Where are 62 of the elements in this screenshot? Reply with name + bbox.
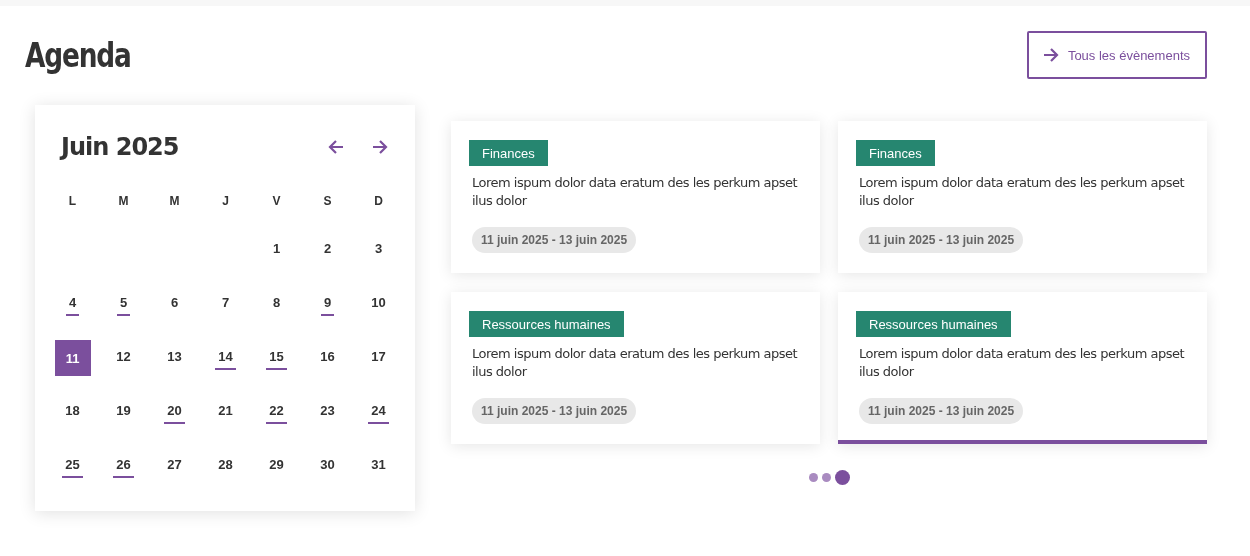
page-title: Agenda (25, 35, 131, 75)
event-description: Lorem ispum dolor data eratum des les perkum apset ilus dolor (859, 345, 1186, 381)
arrow-left-icon (328, 140, 344, 154)
calendar-day[interactable]: 6 (167, 292, 182, 316)
event-day[interactable]: 20 (164, 400, 185, 424)
event-day[interactable]: 25 (62, 454, 83, 478)
category-tag: Ressources humaines (469, 311, 624, 337)
calendar-day[interactable]: 17 (368, 346, 389, 370)
date-range: 11 juin 2025 - 13 juin 2025 (472, 227, 637, 253)
calendar-day[interactable]: 1 (269, 238, 284, 262)
calendar-day[interactable]: 31 (368, 454, 389, 478)
calendar-day[interactable]: 10 (368, 292, 389, 316)
event-day[interactable]: 14 (215, 346, 236, 370)
event-day[interactable]: 4 (65, 292, 80, 316)
pager-dot[interactable] (834, 470, 850, 485)
calendar-day[interactable]: 30 (317, 454, 338, 478)
calendar-day[interactable]: 27 (164, 454, 185, 478)
calendar-day[interactable]: 16 (317, 346, 338, 370)
category-tag: Ressources humaines (856, 311, 1011, 337)
event-card[interactable]: Ressources humaines Lorem ispum dolor data eratum des les perkum apset ilus dolor 11 juin 2025 - 13 juin 2025 (838, 292, 1207, 444)
date-range: 11 juin 2025 - 13 juin 2025 (859, 227, 1024, 253)
event-description: Lorem ispum dolor data eratum des les perkum apset ilus dolor (472, 174, 799, 210)
pager-dot[interactable] (821, 473, 831, 482)
calendar-day[interactable]: 19 (113, 400, 134, 424)
calendar-day[interactable]: 29 (266, 454, 287, 478)
calendar-day[interactable]: 7 (218, 292, 233, 316)
calendar-day[interactable]: 21 (215, 400, 236, 424)
weekday-label: M (168, 193, 181, 210)
weekday-label: S (322, 193, 333, 210)
date-range: 11 juin 2025 - 13 juin 2025 (859, 398, 1024, 424)
weekday-label: V (271, 193, 282, 210)
previous-month-button[interactable] (326, 138, 346, 156)
category-tag: Finances (469, 140, 548, 166)
event-description: Lorem ispum dolor data eratum des les perkum apset ilus dolor (859, 174, 1186, 210)
month-title: Juin 2025 (61, 133, 180, 161)
weekday-label: L (67, 193, 78, 210)
event-day[interactable]: 5 (116, 292, 131, 316)
calendar-day[interactable]: 28 (215, 454, 236, 478)
calendar-day[interactable]: 13 (164, 346, 185, 370)
weekday-label: J (221, 193, 230, 210)
event-day[interactable]: 26 (113, 454, 134, 478)
weekday-label: D (373, 193, 384, 210)
calendar-day[interactable]: 8 (269, 292, 284, 316)
calendar-day[interactable]: 3 (371, 238, 386, 262)
selected-day[interactable]: 11 (54, 340, 91, 376)
all-events-button[interactable]: Tous les évènements (1026, 31, 1207, 79)
calendar-day[interactable]: 12 (113, 346, 134, 370)
calendar-day[interactable]: 18 (62, 400, 83, 424)
event-day[interactable]: 9 (320, 292, 335, 316)
arrow-right-icon (1042, 48, 1059, 62)
event-day[interactable]: 15 (266, 346, 287, 370)
calendar-day[interactable]: 2 (320, 238, 335, 262)
category-tag: Finances (856, 140, 935, 166)
event-description: Lorem ispum dolor data eratum des les perkum apset ilus dolor (472, 345, 799, 381)
calendar-day[interactable]: 23 (317, 400, 338, 424)
date-range: 11 juin 2025 - 13 juin 2025 (472, 398, 637, 424)
arrow-right-icon (372, 140, 388, 154)
pager-dot[interactable] (808, 473, 818, 482)
event-day[interactable]: 22 (266, 400, 287, 424)
event-day[interactable]: 24 (368, 400, 389, 424)
weekday-label: M (117, 193, 130, 210)
next-month-button[interactable] (370, 138, 390, 156)
